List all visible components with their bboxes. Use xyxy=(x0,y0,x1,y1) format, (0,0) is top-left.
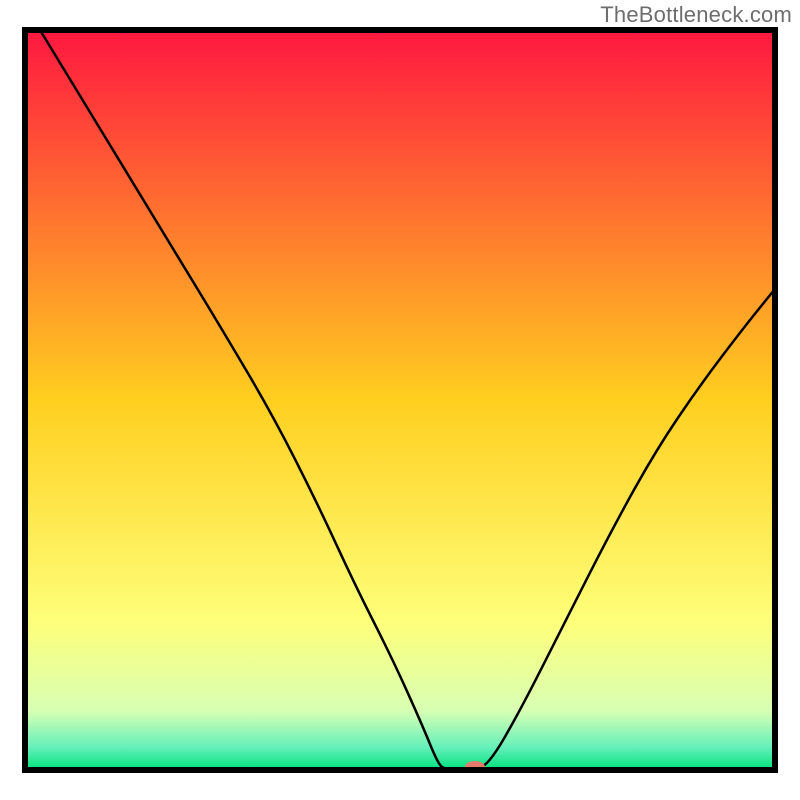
chart-frame: TheBottleneck.com xyxy=(0,0,800,800)
chart-svg xyxy=(0,0,800,800)
chart-background xyxy=(25,30,775,770)
